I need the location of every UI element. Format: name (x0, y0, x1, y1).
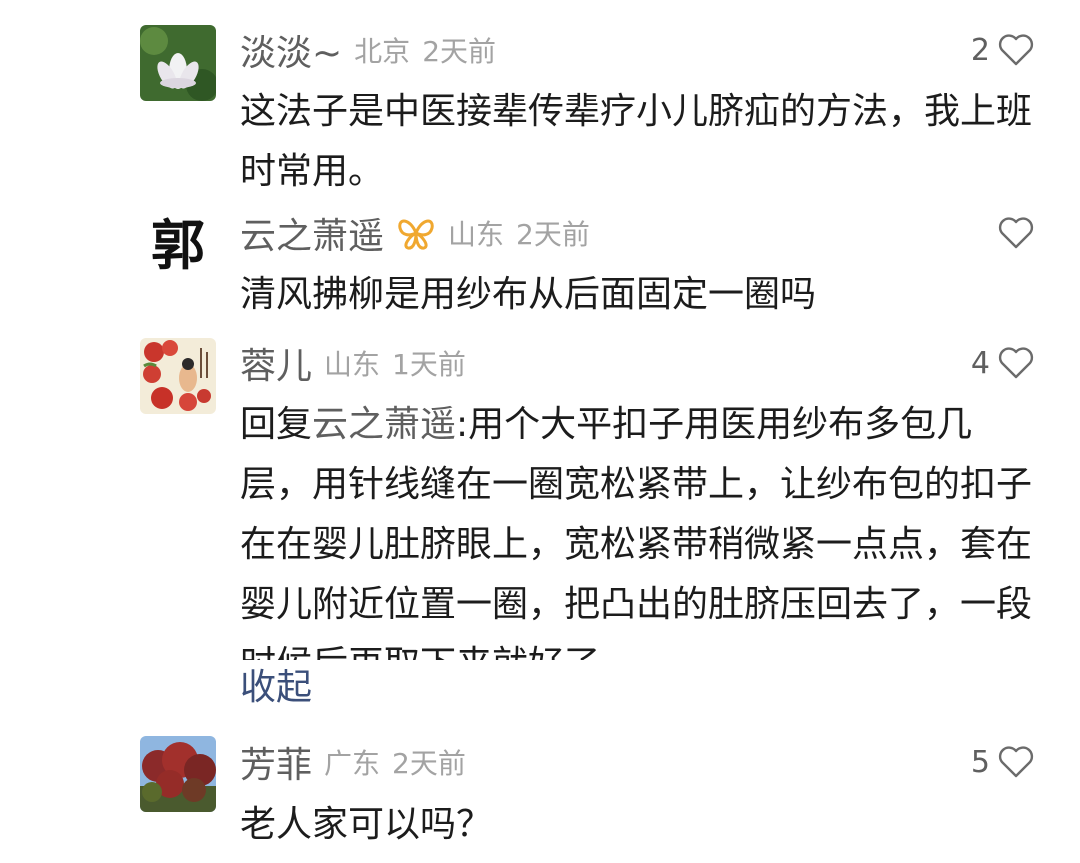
reply-prefix: 回复 (240, 404, 313, 445)
like-button[interactable]: 4 (971, 338, 1036, 388)
user-location: 北京 (354, 35, 411, 68)
user-avatar[interactable] (140, 338, 216, 414)
comment-body: 回复云之萧遥:用个大平扣子用医用纱布多包几层，用针线缝在一圈宽松紧带上，让纱布包… (240, 395, 1040, 660)
comment-meta: 淡淡~ 北京 2天前 (240, 25, 496, 75)
collapse-link[interactable]: 收起 (240, 658, 312, 718)
comment-time: 2天前 (516, 218, 590, 251)
comment-meta: 芳菲 广东 2天前 (240, 737, 466, 787)
user-location: 广东 (324, 747, 381, 780)
like-count: 5 (970, 744, 990, 780)
heart-icon[interactable] (996, 343, 1036, 383)
like-button[interactable]: 5 (971, 737, 1036, 787)
like-button[interactable] (996, 208, 1036, 258)
comment-body: 老人家可以吗？ (240, 804, 493, 845)
user-name[interactable]: 蓉儿 (240, 337, 312, 389)
user-avatar[interactable] (140, 736, 216, 812)
like-button[interactable]: 2 (971, 25, 1036, 75)
user-name[interactable]: 淡淡~ (240, 24, 342, 76)
heart-icon[interactable] (996, 742, 1036, 782)
user-avatar[interactable]: 郭 (140, 208, 216, 284)
user-name[interactable]: 云之萧遥 (240, 207, 384, 259)
user-location: 山东 (324, 348, 381, 381)
user-location: 山东 (448, 218, 505, 251)
red-tree-sky-avatar (140, 736, 216, 812)
like-count: 2 (970, 32, 990, 68)
comment-thread: 淡淡~ 北京 2天前 2 这法子是中医接辈传辈疗小儿脐疝的方法，我上班时常用。 … (0, 0, 1080, 863)
comment-time: 2天前 (392, 747, 466, 780)
comment-meta: 云之萧遥 山东 2天前 (240, 208, 590, 258)
heart-icon[interactable] (996, 213, 1036, 253)
comment-time: 2天前 (422, 35, 497, 68)
calligraphy-guo-avatar: 郭 (140, 208, 216, 284)
apples-painting-avatar (140, 338, 216, 414)
reply-target-user[interactable]: 云之萧遥 (312, 404, 456, 445)
avatar-character: 郭 (151, 213, 205, 277)
user-avatar[interactable] (140, 25, 216, 101)
comment-body: 这法子是中医接辈传辈疗小儿脐疝的方法，我上班时常用。 (240, 91, 1033, 192)
lotus-flower-avatar (140, 25, 216, 101)
butterfly-badge-icon (396, 216, 436, 250)
like-count: 4 (970, 345, 990, 381)
comment-time: 1天前 (392, 348, 466, 381)
comment-meta: 蓉儿 山东 1天前 (240, 338, 466, 388)
heart-icon[interactable] (996, 30, 1036, 70)
user-name[interactable]: 芳菲 (240, 736, 312, 788)
reply-colon: : (456, 404, 469, 445)
comment-body: 清风拂柳是用纱布从后面固定一圈吗 (240, 274, 817, 315)
